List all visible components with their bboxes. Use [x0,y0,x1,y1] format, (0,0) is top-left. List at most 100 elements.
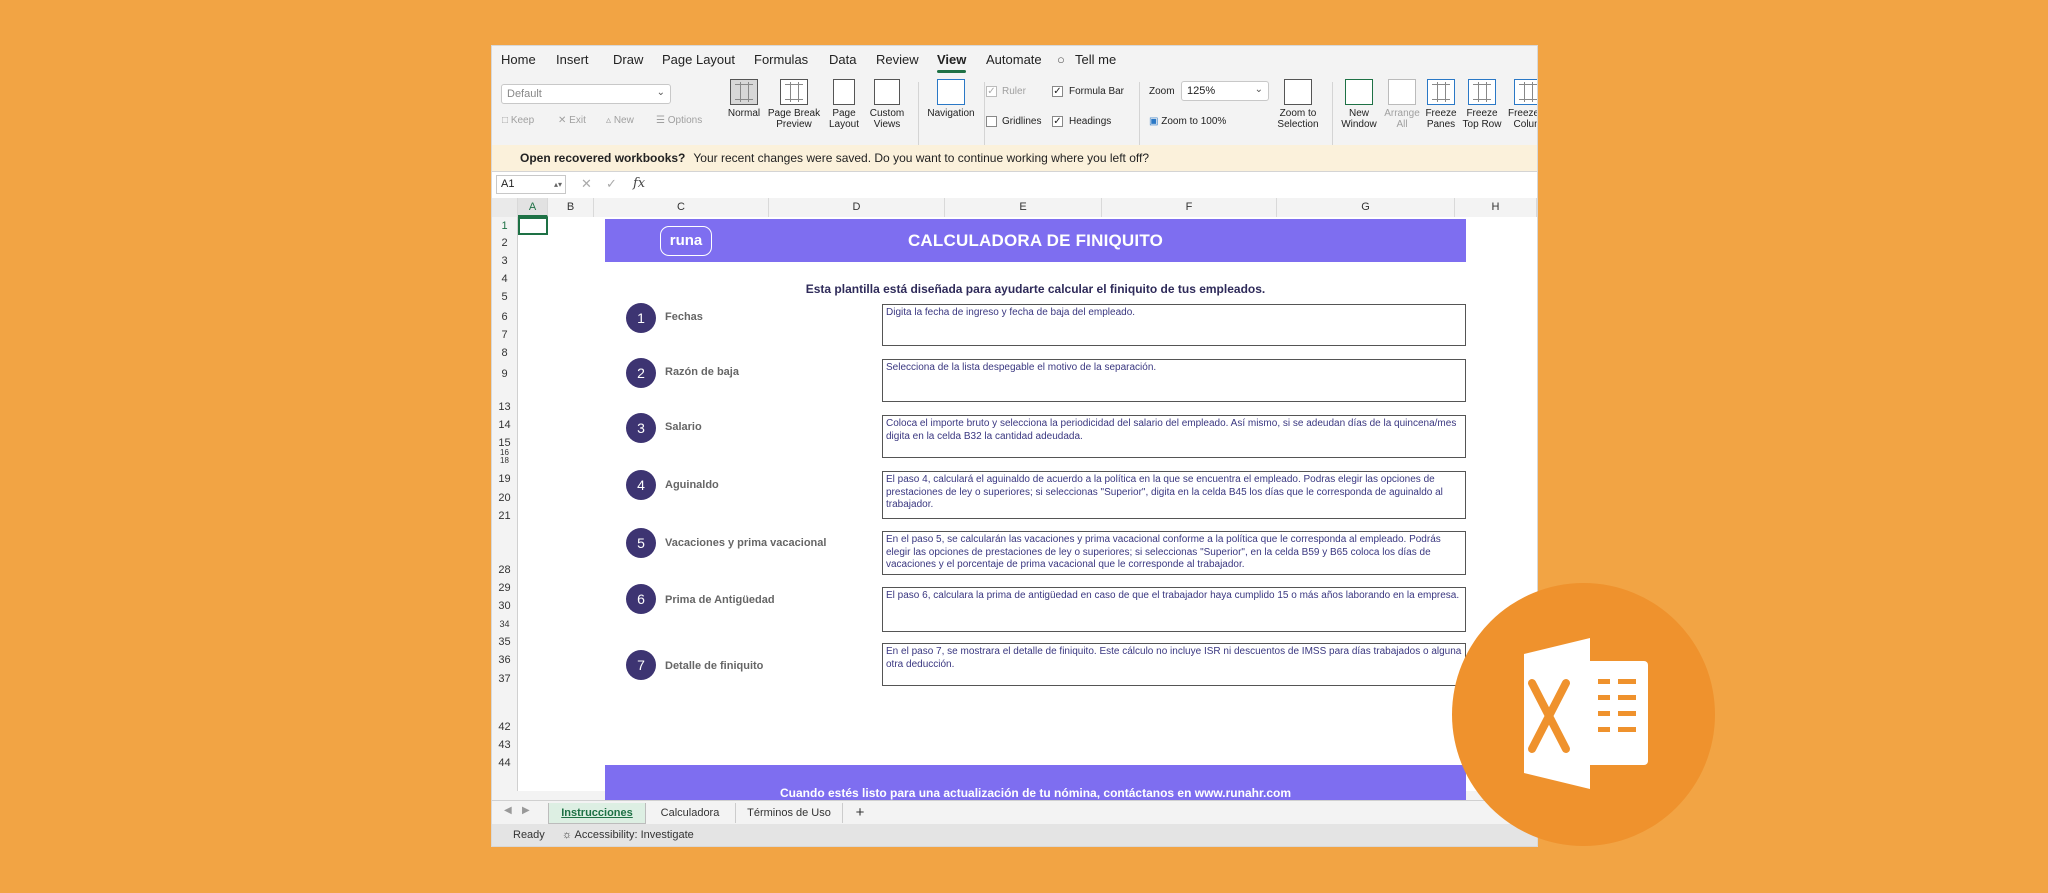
column-header-a[interactable]: A [518,198,548,217]
page-layout-button[interactable]: Page Layout [826,79,862,130]
lightbulb-icon: ○ [1057,52,1065,67]
row-header[interactable]: 21 [492,510,517,522]
row-header[interactable]: 6 [492,311,517,323]
options-button[interactable]: ☰ Options [656,115,702,126]
column-header-b[interactable]: B [548,198,594,217]
row-header[interactable]: 35 [492,636,517,648]
row-header[interactable]: 8 [492,347,517,359]
page-layout-icon [833,79,855,105]
exit-button[interactable]: ✕ Exit [558,115,586,126]
custom-views-icon [874,79,900,105]
step-description: En el paso 7, se mostrara el detalle de … [882,643,1466,686]
tab-insert[interactable]: Insert [556,52,589,67]
sheet-tab-calculadora[interactable]: Calculadora [645,803,736,823]
column-header-f[interactable]: F [1102,198,1277,217]
tell-me[interactable]: Tell me [1075,52,1116,67]
row-header[interactable]: 9 [492,368,517,380]
row-header[interactable]: 34 [492,619,517,629]
freeze-panes-button[interactable]: Freeze Panes [1422,79,1460,130]
new-window-button[interactable]: New Window [1336,79,1382,130]
status-ready: Ready [513,829,545,841]
keep-button[interactable]: □ Keep [502,115,534,126]
accessibility-icon: ☼ [562,829,573,841]
tab-formulas[interactable]: Formulas [754,52,808,67]
tab-automate[interactable]: Automate [986,52,1042,67]
row-header[interactable]: 7 [492,329,517,341]
page-break-preview-button[interactable]: Page Break Preview [766,79,822,130]
row-header[interactable]: 44 [492,757,517,769]
selected-cell-a1[interactable] [518,217,548,235]
select-all-corner[interactable] [492,198,518,217]
next-sheet-icon[interactable]: ▶ [522,805,530,816]
row-header[interactable]: 4 [492,273,517,285]
step-label: Detalle de finiquito [665,660,764,672]
row-header[interactable]: 3 [492,255,517,267]
new-view-button[interactable]: ▵ New [606,115,634,126]
function-icon[interactable]: fx [633,176,645,191]
arrange-all-button[interactable]: Arrange All [1382,79,1422,130]
worksheet[interactable]: runa CALCULADORA DE FINIQUITO Esta plant… [518,217,1537,821]
navigation-button[interactable]: Navigation [924,79,978,119]
enter-icon[interactable]: ✓ [606,176,617,192]
row-header[interactable]: 28 [492,564,517,576]
tab-view[interactable]: View [937,52,967,73]
accessibility-status[interactable]: ☼ Accessibility: Investigate [562,824,694,846]
row-header[interactable]: 36 [492,654,517,666]
row-header[interactable]: 2 [492,237,517,249]
sheet-tab-instrucciones[interactable]: Instrucciones [548,803,646,824]
row-header[interactable]: 13 [492,401,517,413]
step-label: Salario [665,421,702,433]
custom-views-button[interactable]: Custom Views [866,79,908,130]
column-header-h[interactable]: H [1455,198,1537,217]
tab-page-layout[interactable]: Page Layout [662,52,735,67]
page-break-label: Page Break Preview [767,108,821,130]
row-header[interactable]: 20 [492,492,517,504]
tab-draw[interactable]: Draw [613,52,643,67]
row-header[interactable]: 14 [492,419,517,431]
ruler-checkbox[interactable]: ✓ [986,86,997,97]
tab-home[interactable]: Home [501,52,536,67]
column-header-g[interactable]: G [1277,198,1455,217]
row-header[interactable]: 30 [492,600,517,612]
formula-input[interactable] [660,172,1537,198]
zoom-to-selection-button[interactable]: Zoom to Selection [1270,79,1326,130]
headings-checkbox[interactable]: ✓ [1052,116,1063,127]
formula-bar-checkbox[interactable]: ✓ [1052,86,1063,97]
page-break-icon [780,79,808,105]
row-header[interactable]: 29 [492,582,517,594]
arrange-all-icon [1388,79,1416,105]
tab-data[interactable]: Data [829,52,856,67]
column-header-c[interactable]: C [594,198,769,217]
column-header-e[interactable]: E [945,198,1102,217]
tab-review[interactable]: Review [876,52,919,67]
sheet-view-dropdown[interactable]: Default ⌄ [501,84,671,104]
recovery-infobar[interactable]: Open recovered workbooks? Your recent cha… [492,145,1537,171]
row-header[interactable]: 19 [492,473,517,485]
row-header[interactable]: 43 [492,739,517,751]
row-header[interactable]: 42 [492,721,517,733]
navigation-icon [937,79,965,105]
chevron-down-icon: ⌄ [1254,84,1263,95]
add-sheet-button[interactable]: + [843,803,877,823]
step-number: 5 [626,528,656,558]
prev-sheet-icon[interactable]: ◀ [504,805,512,816]
row-header[interactable]: 18 [492,456,517,465]
sheet-tab-terminos[interactable]: Términos de Uso [736,803,843,823]
new-window-label: New Window [1341,108,1377,130]
zoom-100-button[interactable]: ▣ Zoom to 100% [1149,116,1226,127]
zoom-dropdown[interactable]: 125% ⌄ [1181,81,1269,101]
freeze-top-row-button[interactable]: Freeze Top Row [1460,79,1504,130]
zoom-100-label: Zoom to 100% [1161,116,1227,127]
row-header[interactable]: 37 [492,673,517,685]
row-header[interactable]: 1 [492,220,517,232]
freeze-first-column-button[interactable]: Freeze F Colum [1504,79,1537,130]
gridlines-checkbox[interactable] [986,116,997,127]
normal-view-button[interactable]: Normal [726,79,762,119]
column-header-d[interactable]: D [769,198,945,217]
sheet-tabs-bar: ◀ ▶ Instrucciones Calculadora Términos d… [492,800,1537,825]
row-header[interactable]: 5 [492,291,517,303]
name-box[interactable]: A1 ▴▾ [496,175,566,194]
cancel-icon[interactable]: ✕ [581,176,592,192]
freeze-top-row-icon [1468,79,1496,105]
freeze-top-row-label: Freeze Top Row [1462,108,1502,130]
